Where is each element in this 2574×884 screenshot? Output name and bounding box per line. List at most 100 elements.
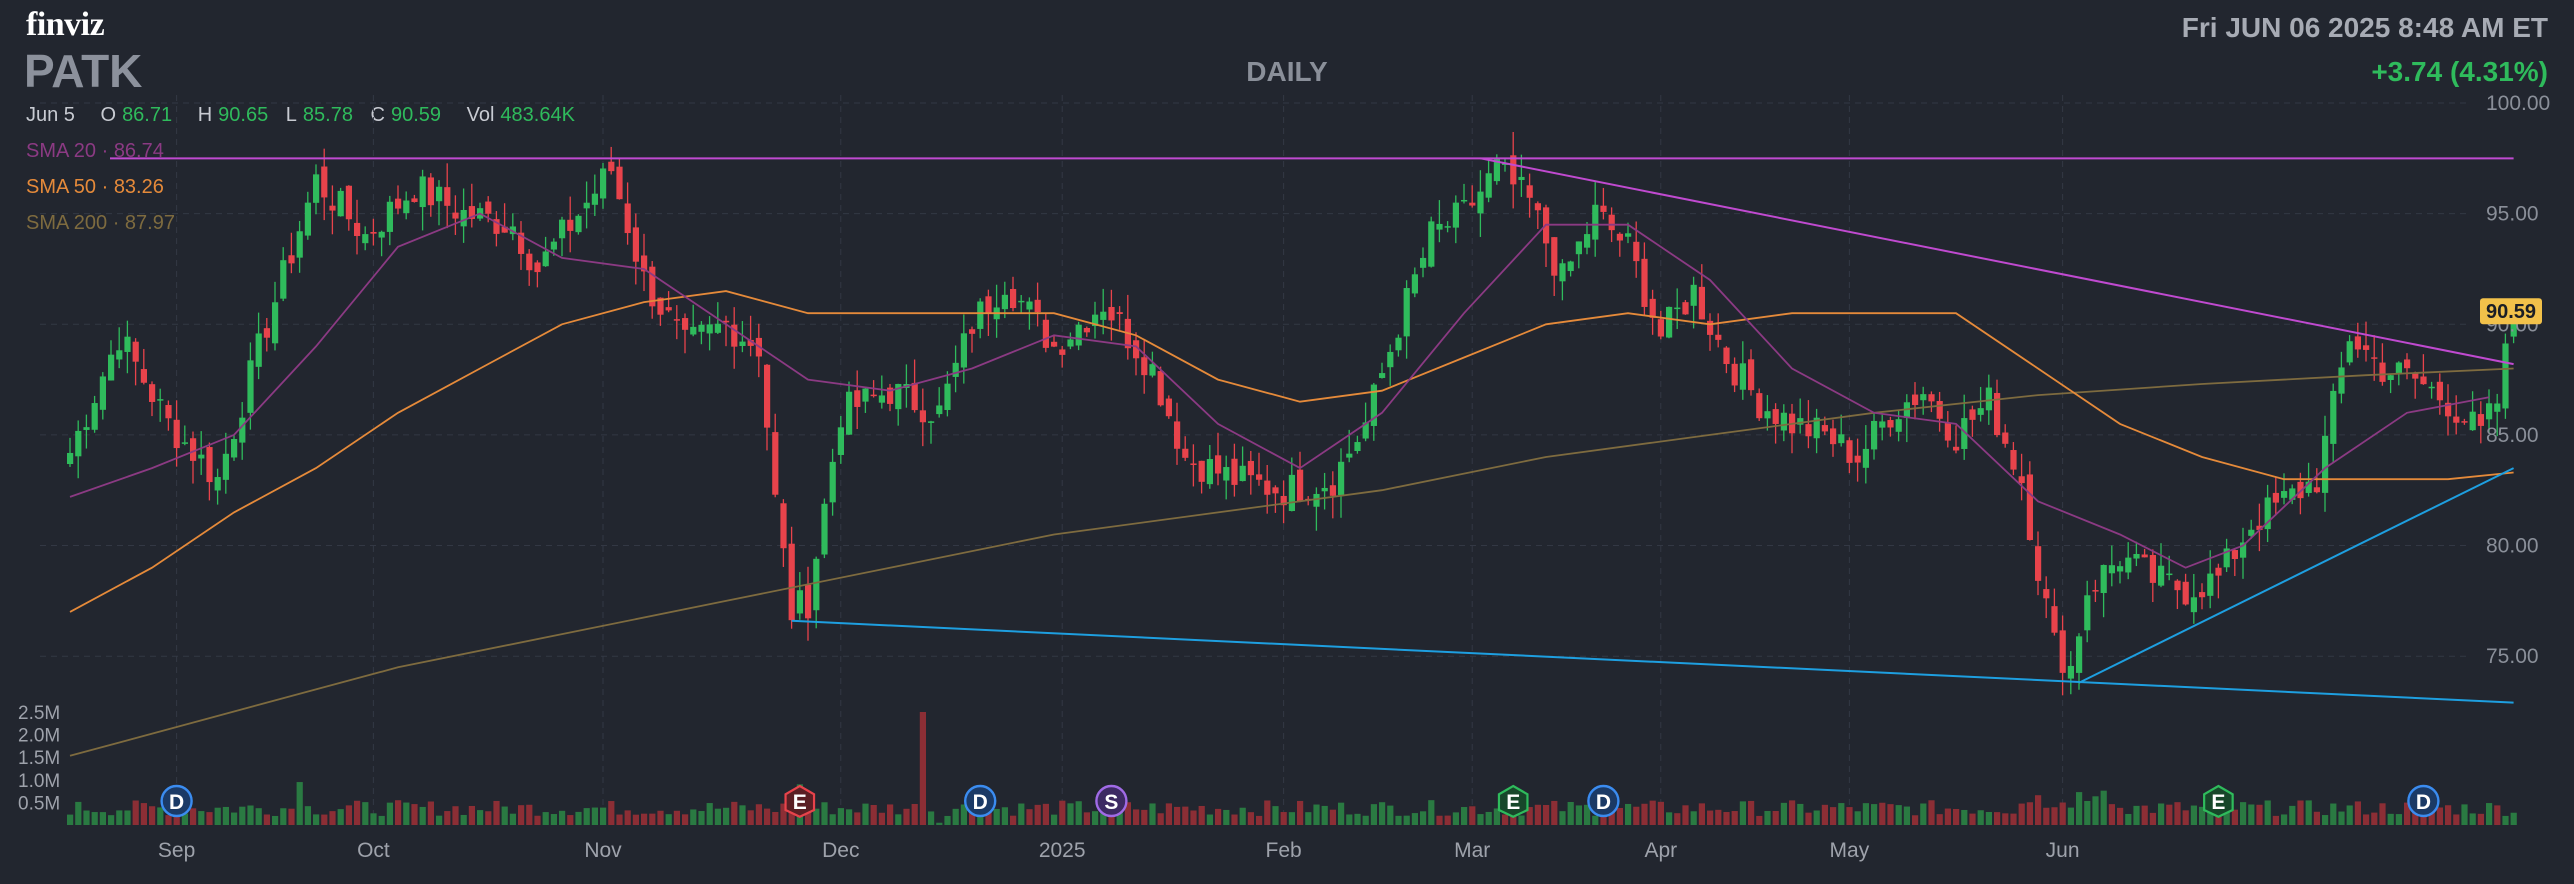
- volume-bar: [75, 801, 82, 825]
- volume-bar: [657, 810, 664, 825]
- candle-body: [2215, 567, 2222, 576]
- event-label: E: [793, 791, 807, 814]
- candle-body: [813, 558, 820, 611]
- candle-body: [1756, 393, 1763, 419]
- candle-body: [567, 219, 574, 231]
- candle-body: [419, 176, 426, 208]
- candle-body: [1723, 347, 1730, 365]
- volume-bar: [296, 782, 303, 825]
- candle-body: [1452, 202, 1459, 228]
- candle-body: [2428, 386, 2435, 389]
- candle-body: [936, 405, 943, 415]
- volume-bar: [313, 814, 320, 825]
- volume-bar: [452, 806, 459, 825]
- volume-bar: [944, 815, 951, 825]
- volume-bar: [1797, 803, 1804, 825]
- volume-bar: [2330, 803, 2337, 825]
- volume-bar: [1477, 814, 1484, 825]
- candle-body: [1682, 302, 1689, 315]
- volume-bar: [911, 803, 918, 825]
- volume-bar: [1748, 800, 1755, 825]
- volume-bar: [2264, 800, 2271, 825]
- candle-body: [2379, 362, 2386, 382]
- candle-body: [1657, 319, 1664, 337]
- volume-bar: [2305, 800, 2312, 825]
- candle-body: [280, 260, 287, 299]
- volume-bar: [99, 812, 106, 825]
- volume-bar: [1895, 805, 1902, 825]
- volume-bar: [2346, 805, 2353, 825]
- volume-bar: [2051, 807, 2058, 825]
- volume-bar: [1215, 808, 1222, 825]
- candle-body: [1116, 312, 1123, 314]
- volume-bar: [2453, 814, 2460, 825]
- volume-bar: [575, 811, 582, 825]
- candle-body: [91, 403, 98, 430]
- resistance-descending-line: [1480, 157, 2514, 366]
- volume-bar: [928, 811, 935, 825]
- candle-body: [2404, 359, 2411, 369]
- volume-bar: [583, 808, 590, 825]
- event-label: E: [1506, 791, 1520, 814]
- volume-bar: [731, 801, 738, 825]
- volume-bar: [1887, 804, 1894, 825]
- candle-body: [526, 253, 533, 271]
- candle-body: [1912, 394, 1919, 406]
- candle-body: [1534, 203, 1541, 211]
- candle-body: [2117, 566, 2124, 572]
- volume-bar: [1846, 807, 1853, 825]
- candle-body: [1354, 442, 1361, 452]
- candle-body: [1928, 394, 1935, 402]
- volume-bar: [1592, 815, 1599, 825]
- candle-body: [1321, 487, 1328, 492]
- candle-body: [2035, 546, 2042, 581]
- candle-body: [1608, 214, 1615, 231]
- candle-body: [2059, 630, 2066, 673]
- support-ascending-line: [2078, 467, 2515, 684]
- candle-body: [1707, 320, 1714, 335]
- candle-body: [2018, 476, 2025, 484]
- candle-body: [1239, 465, 1246, 482]
- volume-bar: [682, 814, 689, 825]
- volume-bar: [2371, 812, 2378, 825]
- trendlines: [110, 157, 2515, 704]
- volume-bar: [149, 806, 156, 825]
- volume-bar: [2092, 796, 2099, 825]
- price-axis: 100.0095.0090.0085.0080.0075.00: [2486, 92, 2550, 668]
- price-chart[interactable]: 100.0095.0090.0085.0080.0075.00 Sep Oct No…: [0, 0, 2574, 884]
- candle-body: [2076, 636, 2083, 673]
- volume-bar: [444, 811, 451, 825]
- candle-body: [1141, 357, 1148, 376]
- candle-body: [780, 503, 787, 549]
- candle-body: [616, 166, 623, 200]
- volume-bar: [1534, 804, 1541, 825]
- volume-bar: [1961, 809, 1968, 825]
- candle-body: [140, 369, 147, 383]
- volume-bar: [477, 810, 484, 825]
- volume-bar: [1313, 804, 1320, 825]
- candle-body: [878, 395, 885, 403]
- candle-body: [1108, 306, 1115, 321]
- candle-body: [1379, 373, 1386, 378]
- candle-body: [919, 410, 926, 423]
- candle-body: [1510, 155, 1517, 185]
- volume-bar: [2486, 803, 2493, 825]
- volume-bar: [690, 809, 697, 825]
- volume-bar: [1256, 815, 1263, 825]
- volume-bar: [1641, 803, 1648, 825]
- candle-body: [985, 296, 992, 314]
- sma200-line: [69, 367, 2514, 757]
- candle-body: [1625, 233, 1632, 237]
- candle-body: [2313, 487, 2320, 493]
- candle-body: [329, 205, 336, 211]
- volume-bar: [2313, 811, 2320, 825]
- volume-bar: [714, 808, 721, 825]
- candle-body: [1288, 474, 1295, 511]
- volume-bar: [624, 810, 631, 825]
- candle-body: [99, 376, 106, 410]
- candle-body: [1895, 419, 1902, 432]
- candle-body: [854, 390, 861, 407]
- volume-bar: [493, 800, 500, 825]
- volume-bar: [1034, 804, 1041, 825]
- volume-bar: [2289, 805, 2296, 825]
